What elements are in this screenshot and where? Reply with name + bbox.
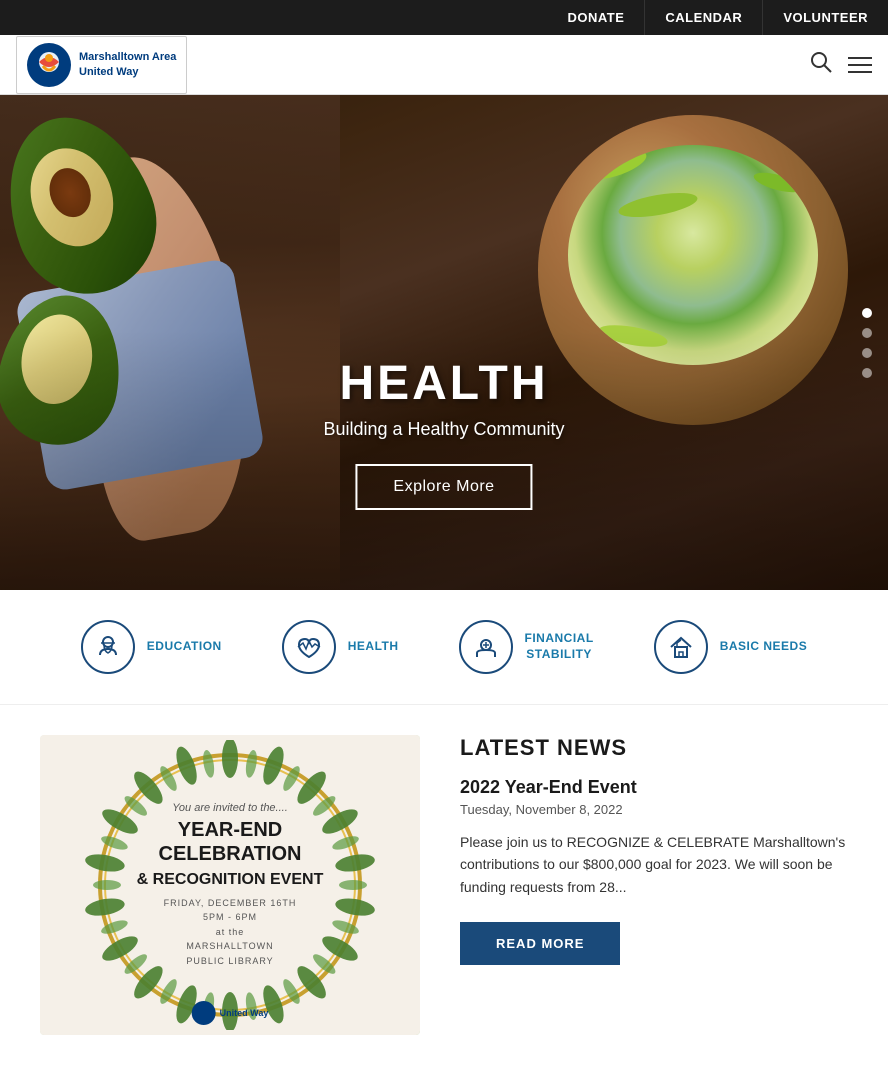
logo-area[interactable]: Marshalltown Area United Way xyxy=(16,36,187,94)
donate-link[interactable]: DONATE xyxy=(547,0,644,35)
search-button[interactable] xyxy=(810,51,832,79)
search-icon xyxy=(810,51,832,73)
category-basic-needs[interactable]: BASIC NEEDS xyxy=(654,620,808,674)
event-main-title: YEAR-END CELEBRATION & RECOGNITION EVENT xyxy=(130,818,330,890)
calendar-link[interactable]: CALENDAR xyxy=(644,0,762,35)
education-label: EDUCATION xyxy=(147,639,222,655)
event-image-card: You are invited to the.... YEAR-END CELE… xyxy=(40,735,420,1035)
financial-label: FINANCIALSTABILITY xyxy=(525,631,594,662)
header-controls xyxy=(810,51,872,79)
event-logo-icon xyxy=(192,1001,216,1025)
slide-dot-4[interactable] xyxy=(862,368,872,378)
event-details: FRIDAY, DECEMBER 16TH 5PM - 6PM at the M… xyxy=(130,896,330,968)
basic-needs-svg xyxy=(667,633,695,661)
logo-area-text: Marshalltown Area xyxy=(79,50,176,64)
explore-more-button[interactable]: Explore More xyxy=(355,464,532,510)
slide-indicators xyxy=(862,308,872,378)
category-financial[interactable]: FINANCIALSTABILITY xyxy=(459,620,594,674)
categories-section: EDUCATION HEALTH FINANCIALSTABILITY xyxy=(0,590,888,705)
logo-text: Marshalltown Area United Way xyxy=(79,50,176,79)
slide-dot-1[interactable] xyxy=(862,308,872,318)
health-icon xyxy=(282,620,336,674)
united-way-logo-svg xyxy=(28,44,70,86)
education-svg xyxy=(94,633,122,661)
basic-needs-icon xyxy=(654,620,708,674)
hamburger-line xyxy=(848,57,872,59)
news-section-title: LATEST NEWS xyxy=(460,735,848,761)
news-excerpt: Please join us to RECOGNIZE & CELEBRATE … xyxy=(460,831,848,898)
hamburger-line xyxy=(848,71,872,73)
education-icon xyxy=(81,620,135,674)
category-health[interactable]: HEALTH xyxy=(282,620,399,674)
volunteer-link[interactable]: VOLUNTEER xyxy=(762,0,888,35)
financial-icon xyxy=(459,620,513,674)
hamburger-line xyxy=(848,64,872,66)
news-article-title: 2022 Year-End Event xyxy=(460,777,848,798)
event-logo: United Way xyxy=(192,1001,269,1025)
top-navigation: DONATE CALENDAR VOLUNTEER xyxy=(0,0,888,35)
event-text: You are invited to the.... YEAR-END CELE… xyxy=(130,802,330,968)
slide-dot-3[interactable] xyxy=(862,348,872,358)
content-area: You are invited to the.... YEAR-END CELE… xyxy=(0,705,888,1065)
menu-button[interactable] xyxy=(848,57,872,73)
basic-needs-label: BASIC NEEDS xyxy=(720,639,808,655)
news-date: Tuesday, November 8, 2022 xyxy=(460,802,848,817)
hero-content: HEALTH Building a Healthy Community Expl… xyxy=(323,356,564,510)
news-section: LATEST NEWS 2022 Year-End Event Tuesday,… xyxy=(460,735,848,1035)
logo-sub-text: United Way xyxy=(79,65,176,79)
event-invite-text: You are invited to the.... xyxy=(130,802,330,814)
slide-dot-2[interactable] xyxy=(862,328,872,338)
hero-subtitle: Building a Healthy Community xyxy=(323,419,564,440)
read-more-button[interactable]: READ MORE xyxy=(460,922,620,965)
hero-title: HEALTH xyxy=(323,356,564,411)
health-label: HEALTH xyxy=(348,639,399,655)
main-header: Marshalltown Area United Way xyxy=(0,35,888,95)
health-svg xyxy=(295,633,323,661)
category-education[interactable]: EDUCATION xyxy=(81,620,222,674)
financial-svg xyxy=(472,633,500,661)
logo-icon xyxy=(27,43,71,87)
hero-section: HEALTH Building a Healthy Community Expl… xyxy=(0,95,888,590)
